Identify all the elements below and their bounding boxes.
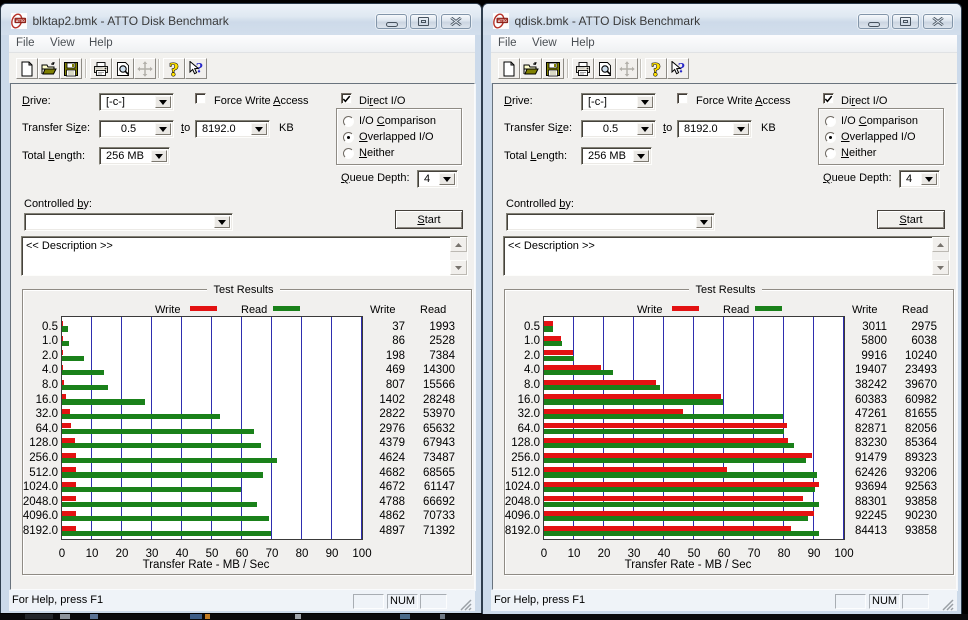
svg-text:?: ?	[651, 61, 661, 77]
svg-text:?: ?	[169, 61, 179, 77]
